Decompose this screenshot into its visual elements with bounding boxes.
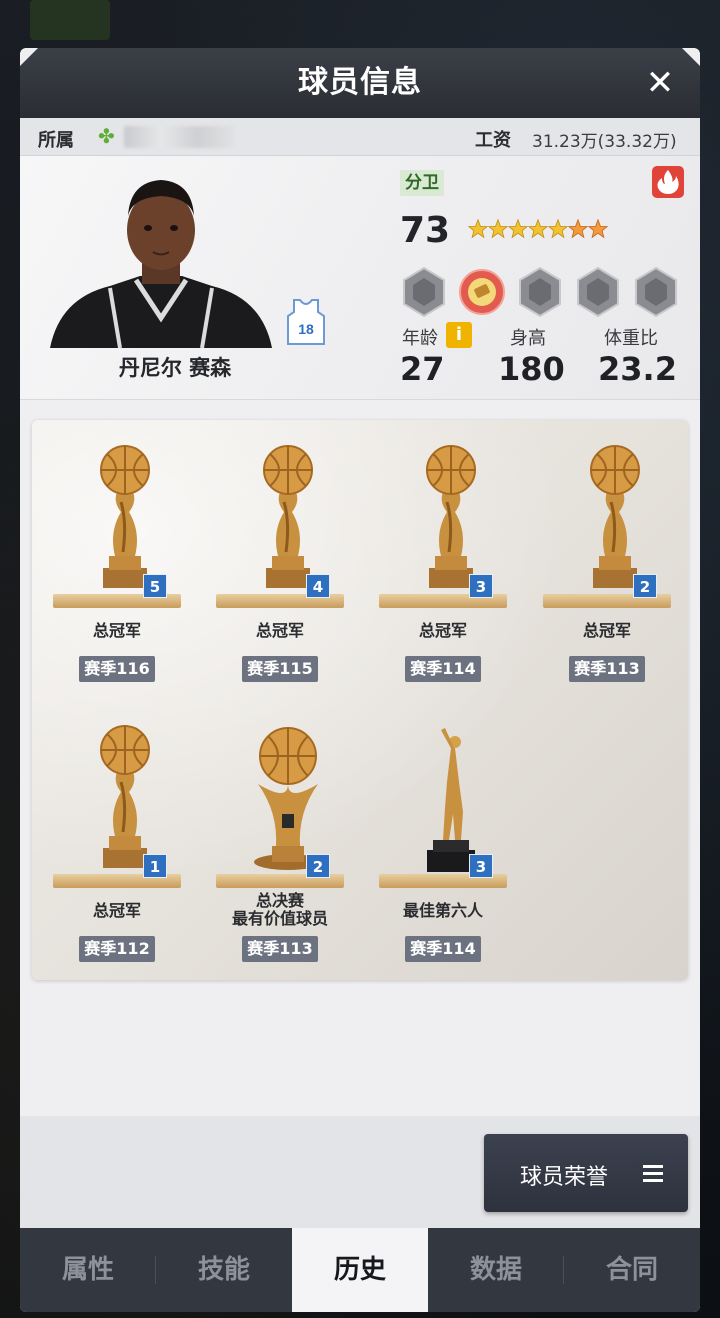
badge-icon[interactable] xyxy=(516,266,564,318)
honor-title: 总冠军 xyxy=(582,621,631,640)
honor-item[interactable]: 5 总冠军赛季116 xyxy=(50,442,200,712)
season-tag: 赛季115 xyxy=(242,656,318,682)
team-name-blurred xyxy=(124,126,234,148)
statue-icon xyxy=(427,728,475,872)
honor-title: 总决赛 最有价值球员 xyxy=(231,891,328,928)
background-decoration xyxy=(30,0,110,40)
trophy-icon xyxy=(254,727,322,870)
page-title: 球员信息 xyxy=(298,65,422,100)
star-rating xyxy=(468,212,608,248)
player-name: 丹尼尔 赛森 xyxy=(118,356,232,380)
tab-bar: 属性 技能 历史 数据 合同 xyxy=(20,1228,700,1312)
season-tag: 赛季114 xyxy=(405,936,481,962)
season-tag: 赛季114 xyxy=(405,656,481,682)
player-card: 18 丹尼尔 赛森 分卫 73 年龄 i 27 身高 180 体重比 23.2 xyxy=(20,156,700,400)
honor-count-badge: 4 xyxy=(306,574,330,598)
position-badge: 分卫 xyxy=(400,170,444,196)
salary-value: 31.23万(33.32万) xyxy=(532,132,677,152)
weight-ratio-label: 体重比 xyxy=(604,328,658,349)
honor-panel: 5 总冠军 赛季116 4 总冠军 赛季115 3 总冠军 赛季114 2 总冠军 赛季113 1 总冠军… xyxy=(32,420,688,980)
age-label: 年龄 xyxy=(402,328,438,349)
trophy-icon xyxy=(263,445,313,588)
season-tag: 赛季113 xyxy=(569,656,645,682)
star-icon xyxy=(528,218,548,239)
honor-count-badge: 3 xyxy=(469,854,493,878)
tab-4[interactable]: 合同 xyxy=(564,1228,700,1312)
jersey-number: 18 xyxy=(298,321,314,337)
info-icon[interactable]: i xyxy=(446,322,472,348)
height-value: 180 xyxy=(498,350,565,388)
special-badge-icon[interactable] xyxy=(458,266,506,318)
honor-count-badge: 3 xyxy=(469,574,493,598)
star-icon xyxy=(468,218,488,239)
honor-title: 总冠军 xyxy=(92,621,141,640)
honor-item[interactable]: 3 最佳第六人赛季114 xyxy=(376,722,526,980)
season-tag: 赛季116 xyxy=(79,656,155,682)
honor-count-badge: 5 xyxy=(143,574,167,598)
trophy-icon xyxy=(100,725,150,868)
star-icon xyxy=(508,218,528,239)
star-icon xyxy=(488,218,508,239)
weight-ratio-value: 23.2 xyxy=(598,350,677,388)
honor-title: 总冠军 xyxy=(418,621,467,640)
player-honors-button[interactable]: 球员荣誉 xyxy=(484,1134,688,1212)
close-icon[interactable]: ✕ xyxy=(642,65,678,101)
honor-title: 总冠军 xyxy=(255,621,304,640)
badge-icon[interactable] xyxy=(632,266,680,318)
affiliation-label: 所属 xyxy=(38,130,74,151)
badge-row xyxy=(400,266,680,318)
season-tag: 赛季112 xyxy=(79,936,155,962)
honor-item[interactable]: 2 总决赛 最有价值球员赛季113 xyxy=(213,722,363,980)
honor-item[interactable]: 3 总冠军赛季114 xyxy=(376,442,526,712)
overall-rating: 73 xyxy=(400,210,451,251)
honor-count-badge: 2 xyxy=(306,854,330,878)
honor-title: 总冠军 xyxy=(92,901,141,920)
honor-count-badge: 2 xyxy=(633,574,657,598)
footer-area: 球员荣誉 xyxy=(20,1116,700,1228)
age-value: 27 xyxy=(400,350,445,388)
star-icon xyxy=(548,218,568,239)
jersey-icon: 18 xyxy=(287,299,325,345)
star-icon xyxy=(588,218,608,239)
info-bar: 所属 ✤ 工资 31.23万(33.32万) xyxy=(20,118,700,156)
honor-item[interactable]: 1 总冠军赛季112 xyxy=(50,722,200,980)
tab-2[interactable]: 历史 xyxy=(292,1228,428,1312)
honor-item[interactable]: 2 总冠军赛季113 xyxy=(540,442,688,712)
salary-label: 工资 xyxy=(475,130,511,151)
player-info-modal: 球员信息 ✕ 所属 ✤ 工资 31.23万(33.32万) 18 丹尼尔 赛森 … xyxy=(20,48,700,1312)
star-icon xyxy=(568,218,588,239)
menu-icon xyxy=(643,1165,663,1182)
tab-3[interactable]: 数据 xyxy=(428,1228,564,1312)
trophy-icon xyxy=(100,445,150,588)
honor-title: 最佳第六人 xyxy=(402,901,483,920)
trophy-icon xyxy=(426,445,476,588)
badge-icon[interactable] xyxy=(400,266,448,318)
trophy-icon xyxy=(590,445,640,588)
badge-icon[interactable] xyxy=(574,266,622,318)
season-tag: 赛季113 xyxy=(242,936,318,962)
player-honors-label: 球员荣誉 xyxy=(520,1165,609,1190)
tab-0[interactable]: 属性 xyxy=(20,1228,156,1312)
clover-icon: ✤ xyxy=(98,124,115,148)
fire-icon[interactable] xyxy=(652,166,684,198)
height-label: 身高 xyxy=(510,328,546,349)
honor-item[interactable]: 4 总冠军赛季115 xyxy=(213,442,363,712)
tab-1[interactable]: 技能 xyxy=(156,1228,292,1312)
player-portrait xyxy=(50,180,272,348)
honor-count-badge: 1 xyxy=(143,854,167,878)
